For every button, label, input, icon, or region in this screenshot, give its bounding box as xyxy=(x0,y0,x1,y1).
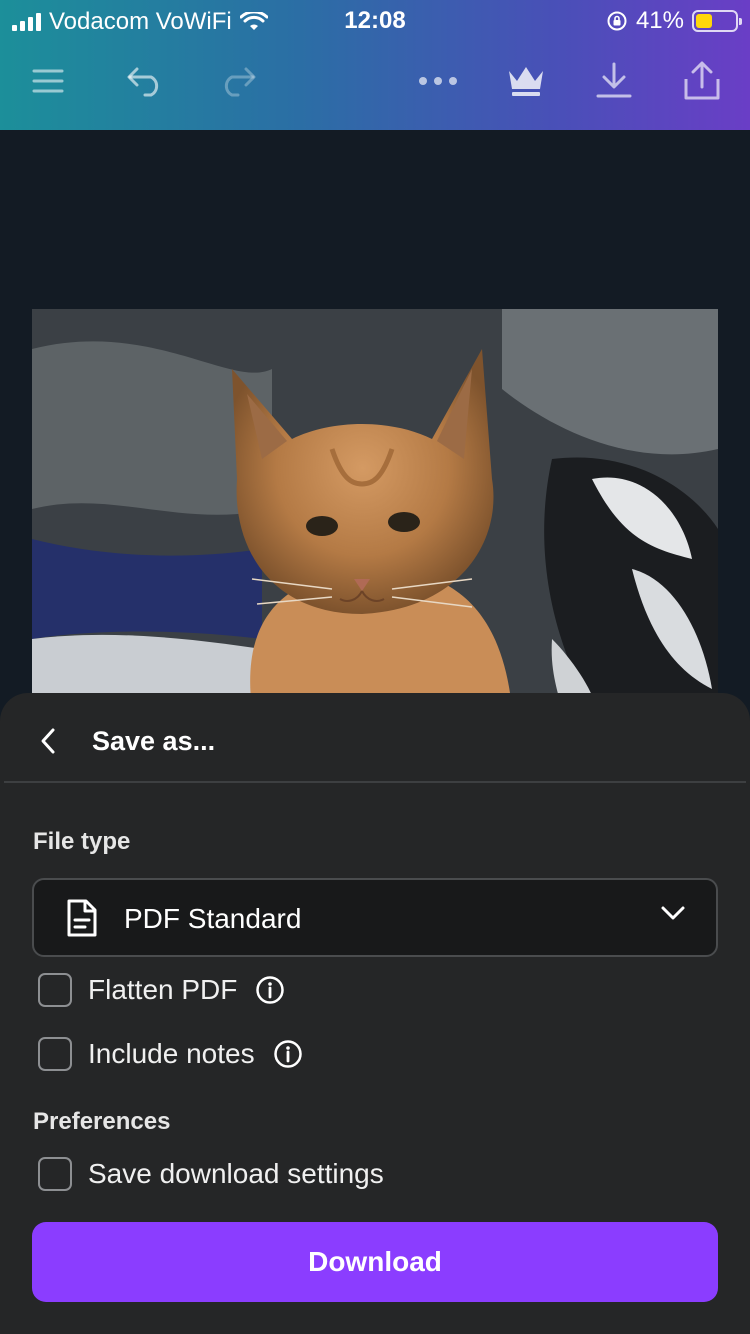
include-notes-label: Include notes xyxy=(88,1038,255,1069)
editor-toolbar xyxy=(0,50,750,110)
download-button[interactable]: Download xyxy=(32,1222,718,1302)
undo-icon[interactable] xyxy=(120,56,170,106)
battery-icon xyxy=(692,10,742,32)
back-button[interactable] xyxy=(28,721,68,761)
chevron-down-icon xyxy=(661,906,685,920)
kitten-photo[interactable] xyxy=(32,309,718,709)
include-notes-option[interactable]: Include notes xyxy=(38,1037,303,1071)
save-as-sheet: Save as... File type PDF Standard Flatte… xyxy=(0,693,750,1334)
file-type-value: PDF Standard xyxy=(124,903,302,934)
divider xyxy=(4,781,746,783)
rotation-lock-icon xyxy=(607,11,627,31)
save-settings-checkbox[interactable] xyxy=(38,1157,72,1191)
download-icon[interactable] xyxy=(589,56,639,106)
share-icon[interactable] xyxy=(677,56,727,106)
flatten-pdf-option[interactable]: Flatten PDF xyxy=(38,973,285,1007)
sheet-header: Save as... xyxy=(0,693,750,783)
status-bar: Vodacom VoWiFi 12:08 41% xyxy=(0,0,750,42)
menu-icon[interactable] xyxy=(23,56,73,106)
save-settings-label: Save download settings xyxy=(88,1158,384,1189)
info-icon[interactable] xyxy=(273,1039,303,1069)
file-type-select[interactable]: PDF Standard xyxy=(32,878,718,957)
preferences-label: Preferences xyxy=(33,1108,171,1135)
save-settings-option[interactable]: Save download settings xyxy=(38,1157,384,1191)
chevron-left-icon xyxy=(41,728,55,754)
more-icon[interactable] xyxy=(413,56,463,106)
kitten-image xyxy=(32,309,718,709)
flatten-pdf-label: Flatten PDF xyxy=(88,974,238,1005)
sheet-title: Save as... xyxy=(92,726,216,756)
include-notes-checkbox[interactable] xyxy=(38,1037,72,1071)
flatten-pdf-checkbox[interactable] xyxy=(38,973,72,1007)
file-type-label: File type xyxy=(33,828,131,855)
redo-icon[interactable] xyxy=(213,56,263,106)
info-icon[interactable] xyxy=(255,975,285,1005)
battery-fill xyxy=(696,14,712,28)
app-header: Vodacom VoWiFi 12:08 41% xyxy=(0,0,750,130)
battery-percent: 41% xyxy=(635,7,684,34)
crown-icon[interactable] xyxy=(501,56,551,106)
document-icon xyxy=(67,899,97,937)
